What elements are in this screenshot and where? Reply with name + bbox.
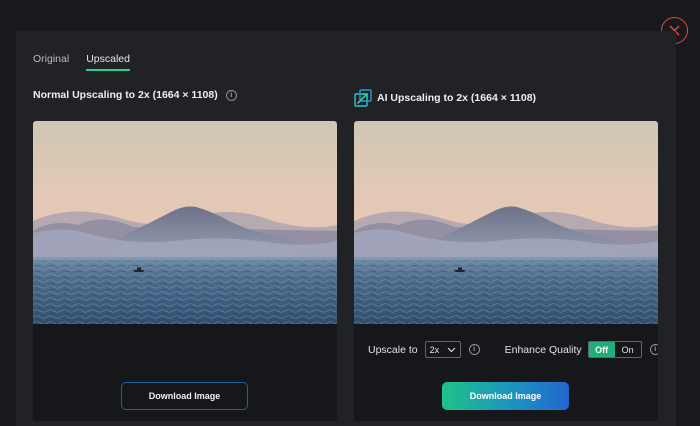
tab-original[interactable]: Original	[33, 53, 69, 71]
ai-upscaling-title-text: AI Upscaling to 2x (1664 × 1108)	[377, 92, 537, 104]
upscale-comparison-modal: Original Upscaled Normal Upscaling to 2x…	[16, 31, 676, 426]
tab-upscaled[interactable]: Upscaled	[86, 53, 130, 71]
chevron-down-icon	[447, 347, 456, 352]
ai-upscale-icon	[354, 89, 372, 107]
toggle-on-option[interactable]: On	[615, 342, 641, 357]
normal-upscaling-title: Normal Upscaling to 2x (1664 × 1108) i	[33, 89, 237, 101]
download-normal-button[interactable]: Download Image	[121, 382, 248, 410]
info-icon[interactable]: i	[468, 344, 480, 355]
upscale-factor-select[interactable]: 2x	[424, 341, 461, 358]
ai-upscaling-title: AI Upscaling to 2x (1664 × 1108)	[354, 89, 536, 107]
ai-upscaling-panel: Upscale to 2x i Enhance Quality Off On i…	[354, 121, 658, 421]
upscale-factor-value: 2x	[429, 344, 440, 355]
normal-upscaled-image	[33, 121, 337, 324]
normal-upscaling-panel: Download Image	[33, 121, 337, 421]
enhance-quality-label: Enhance Quality	[504, 343, 582, 356]
enhance-quality-toggle[interactable]: Off On	[587, 341, 642, 358]
view-tabs: Original Upscaled	[33, 53, 130, 71]
toggle-off-option[interactable]: Off	[588, 342, 615, 357]
ai-upscaled-image	[354, 121, 658, 324]
info-icon[interactable]: i	[649, 344, 658, 355]
upscale-label: Upscale to	[368, 343, 418, 356]
upscale-controls: Upscale to 2x i Enhance Quality Off On i	[368, 341, 658, 358]
info-icon[interactable]: i	[225, 89, 237, 101]
normal-upscaling-title-text: Normal Upscaling to 2x (1664 × 1108)	[33, 89, 218, 101]
download-ai-button[interactable]: Download Image	[442, 382, 569, 410]
